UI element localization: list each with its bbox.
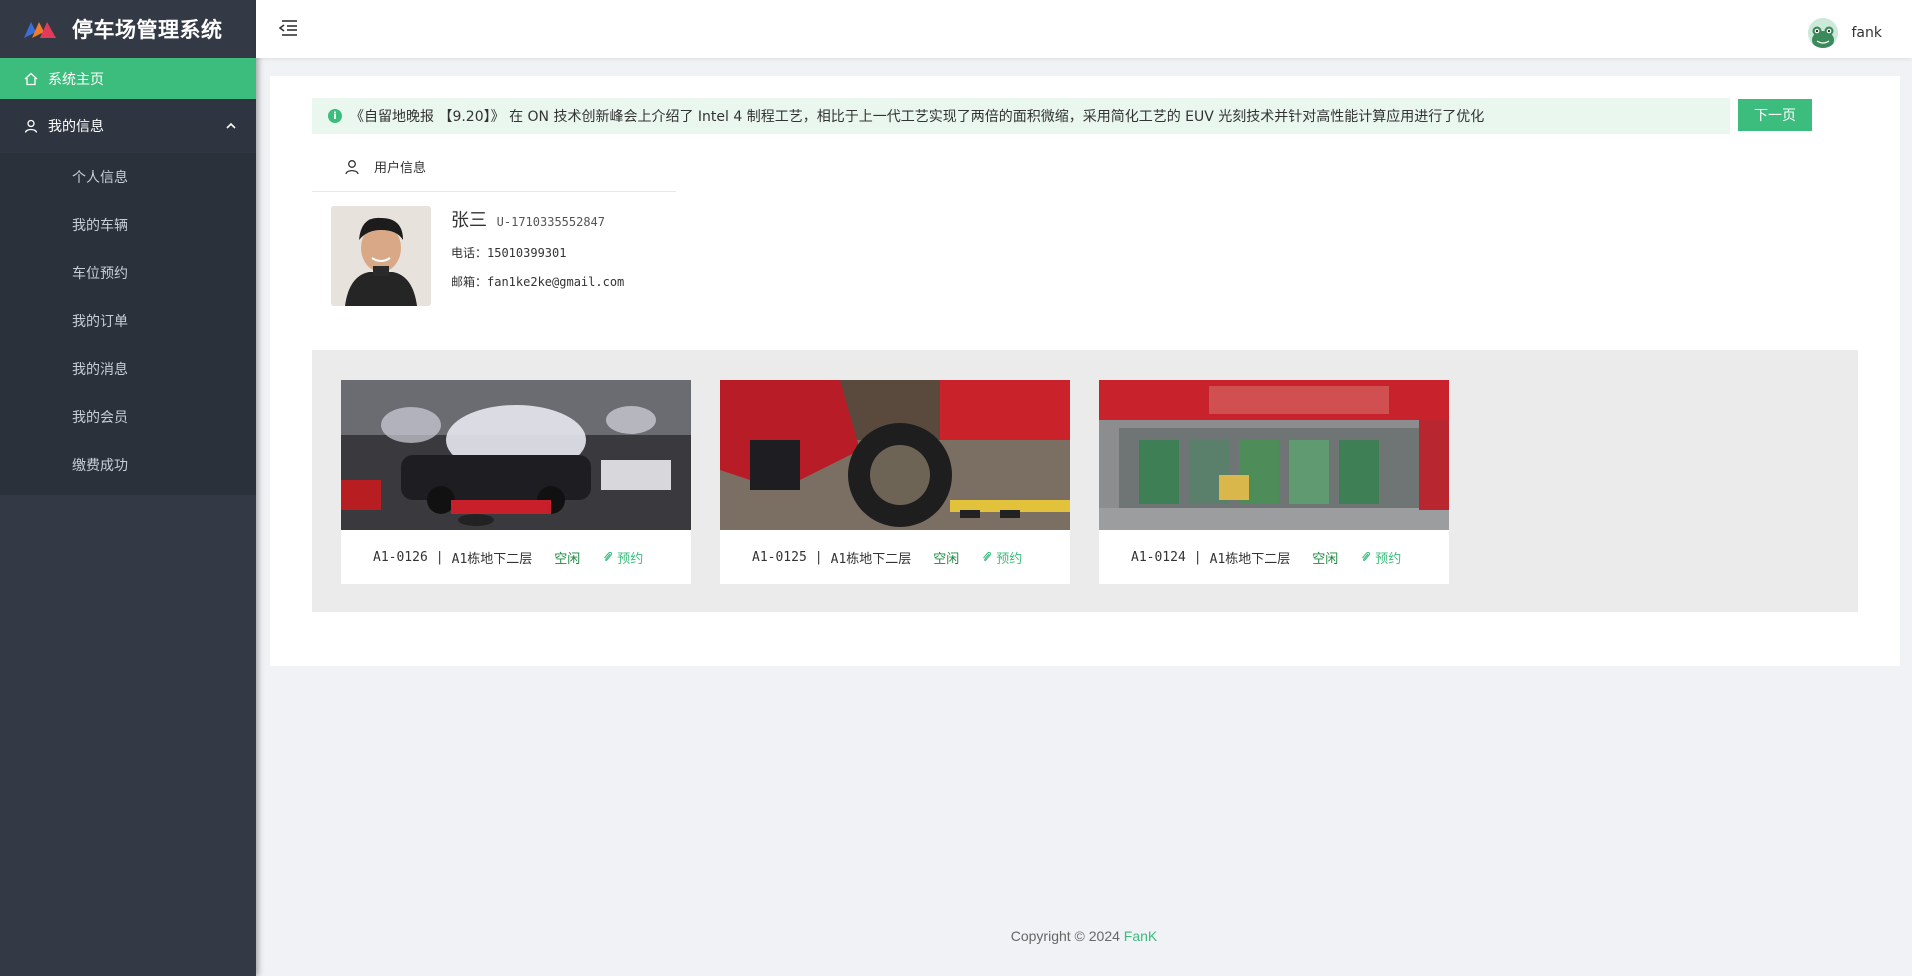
- brand: 停车场管理系统: [0, 0, 256, 58]
- spot-meta: A1-0125 | A1栋地下二层 空闲 预约: [720, 530, 1070, 584]
- spot-photo: [341, 380, 691, 530]
- submenu-my-info: 个人信息 我的车辆 车位预约 我的订单 我的消息 我的会员 缴费成功: [0, 153, 256, 495]
- sidebar-item-personal-info[interactable]: 个人信息: [0, 153, 256, 201]
- chevron-up-icon: [226, 122, 236, 129]
- next-page-button[interactable]: 下一页: [1738, 99, 1812, 131]
- book-button[interactable]: 预约: [981, 548, 1022, 567]
- profile-name: 张三: [451, 210, 487, 231]
- footer: Copyright © 2024 FanK: [256, 928, 1912, 944]
- menu-group-label: 我的信息: [48, 119, 104, 135]
- spot-location: A1栋地下二层: [830, 551, 912, 567]
- notice-bar: i 《自留地晚报 【9.20】》 在 ON 技术创新峰会上介绍了 Intel 4…: [312, 98, 1730, 134]
- menu-fold-icon[interactable]: [278, 19, 298, 37]
- profile-uid: U-1710335552847: [496, 215, 606, 229]
- notice-text: 《自留地晚报 【9.20】》 在 ON 技术创新峰会上介绍了 Intel 4 制…: [350, 109, 1485, 125]
- user-icon: [24, 119, 38, 133]
- tab-user-info-label: 用户信息: [374, 161, 427, 176]
- book-label: 预约: [617, 551, 644, 567]
- spot-photo: [720, 380, 1070, 530]
- sidebar-item-my-messages[interactable]: 我的消息: [0, 345, 256, 393]
- parking-spot-card: A1-0125 | A1栋地下二层 空闲 预约: [720, 380, 1070, 584]
- username: fank: [1851, 25, 1883, 41]
- book-button[interactable]: 预约: [1360, 548, 1401, 567]
- menu-home-label: 系统主页: [48, 71, 104, 88]
- paperclip-icon: [983, 551, 992, 562]
- spot-separator: |: [1193, 549, 1202, 565]
- profile-info: 张三 U-1710335552847 电话：15010399301 邮箱：fan…: [451, 206, 624, 306]
- parking-spot-list: A1-0126 | A1栋地下二层 空闲 预约 A1-0125 | A1栋地下二…: [312, 350, 1858, 612]
- avatar: [1807, 18, 1838, 48]
- sidebar-item-my-membership[interactable]: 我的会员: [0, 393, 256, 441]
- user-icon: [345, 159, 359, 174]
- menu-group-my-info[interactable]: 我的信息: [0, 99, 256, 153]
- profile-card: 张三 U-1710335552847 电话：15010399301 邮箱：fan…: [331, 206, 624, 306]
- top-bar: fank: [256, 0, 1912, 58]
- copyright-text: Copyright © 2024: [1010, 928, 1120, 944]
- sidebar-item-payment-success[interactable]: 缴费成功: [0, 441, 256, 489]
- spot-photo: [1099, 380, 1449, 530]
- main-card: i 《自留地晚报 【9.20】》 在 ON 技术创新峰会上介绍了 Intel 4…: [270, 76, 1900, 666]
- author-link[interactable]: FanK: [1124, 928, 1157, 944]
- sidebar-item-space-booking[interactable]: 车位预约: [0, 249, 256, 297]
- status-badge: 空闲: [1312, 551, 1339, 567]
- menu-home[interactable]: 系统主页: [0, 58, 256, 99]
- spot-location: A1栋地下二层: [1209, 551, 1291, 567]
- parking-spot-card: A1-0126 | A1栋地下二层 空闲 预约: [341, 380, 691, 584]
- sidebar: 停车场管理系统 系统主页 我的信息 个人信息 我的车辆 车位预约 我的订单 我的…: [0, 0, 256, 976]
- spot-meta: A1-0126 | A1栋地下二层 空闲 预约: [341, 530, 691, 584]
- sidebar-item-my-vehicles[interactable]: 我的车辆: [0, 201, 256, 249]
- spot-code: A1-0125: [752, 549, 807, 565]
- spot-location: A1栋地下二层: [451, 551, 533, 567]
- parking-spot-card: A1-0124 | A1栋地下二层 空闲 预约: [1099, 380, 1449, 584]
- book-button[interactable]: 预约: [602, 548, 643, 567]
- spot-separator: |: [814, 549, 823, 565]
- tab-user-info[interactable]: 用户信息: [312, 142, 676, 192]
- profile-email: 邮箱：fan1ke2ke@gmail.com: [451, 275, 625, 289]
- spot-code: A1-0126: [373, 549, 428, 565]
- book-label: 预约: [1375, 551, 1402, 567]
- user-menu[interactable]: fank: [1807, 18, 1883, 48]
- sidebar-item-my-orders[interactable]: 我的订单: [0, 297, 256, 345]
- status-badge: 空闲: [933, 551, 960, 567]
- app-title: 停车场管理系统: [72, 18, 223, 42]
- paperclip-icon: [604, 551, 613, 562]
- info-icon: i: [328, 109, 342, 123]
- spot-meta: A1-0124 | A1栋地下二层 空闲 预约: [1099, 530, 1449, 584]
- profile-phone: 电话：15010399301: [451, 246, 567, 260]
- paperclip-icon: [1362, 551, 1371, 562]
- home-icon: [24, 72, 38, 85]
- spot-separator: |: [435, 549, 444, 565]
- status-badge: 空闲: [554, 551, 581, 567]
- profile-photo: [331, 206, 431, 306]
- logo-icon: [24, 22, 56, 38]
- book-label: 预约: [996, 551, 1023, 567]
- spot-code: A1-0124: [1131, 549, 1186, 565]
- avatar-frog-icon: [1807, 18, 1838, 48]
